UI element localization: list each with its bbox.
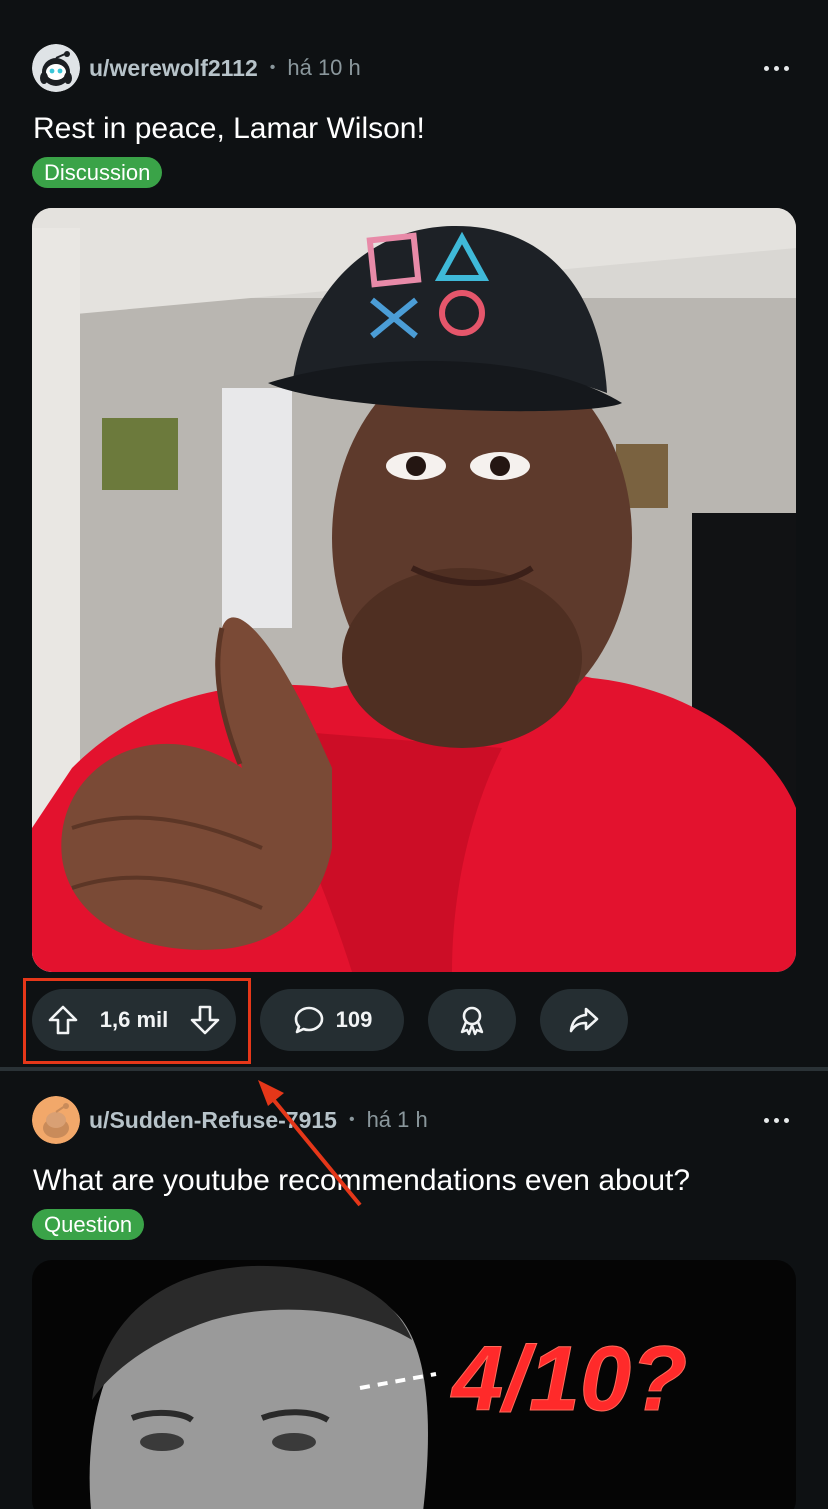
award-button[interactable]: [428, 989, 516, 1051]
more-options-icon[interactable]: [756, 1100, 796, 1140]
comment-count: 109: [335, 1007, 373, 1032]
post-flair[interactable]: Discussion: [32, 157, 163, 188]
post-image[interactable]: 4/10?: [32, 1260, 796, 1509]
post-image[interactable]: [32, 208, 796, 972]
feed-post[interactable]: u/Sudden-Refuse-7915 • há 1 h What are y…: [0, 1072, 828, 1509]
user-avatar[interactable]: [32, 1096, 80, 1144]
award-icon: [455, 1003, 489, 1037]
post-time: há 10 h: [287, 55, 361, 80]
post-flair[interactable]: Question: [32, 1209, 145, 1240]
share-icon: [567, 1003, 601, 1037]
comment-bubble-icon: [292, 1003, 326, 1037]
annotation-highlight-box: [23, 978, 251, 1064]
separator-dot: •: [348, 1111, 355, 1128]
feed-post[interactable]: u/werewolf2112 • há 10 h Rest in peace, …: [0, 0, 828, 1068]
post-username[interactable]: u/Sudden-Refuse-7915: [89, 1107, 337, 1134]
post-divider: [0, 1067, 828, 1071]
thumbnail-text: 4/10?: [450, 1328, 687, 1430]
post-header: u/Sudden-Refuse-7915 • há 1 h: [32, 1096, 796, 1144]
post-header: u/werewolf2112 • há 10 h: [32, 44, 796, 92]
post-title[interactable]: Rest in peace, Lamar Wilson!: [33, 112, 425, 146]
more-options-icon[interactable]: [756, 48, 796, 88]
post-time: há 1 h: [366, 1107, 428, 1132]
separator-dot: •: [269, 59, 276, 76]
comments-button[interactable]: 109: [260, 989, 404, 1051]
user-avatar[interactable]: [32, 44, 80, 92]
post-username[interactable]: u/werewolf2112: [89, 55, 258, 82]
share-button[interactable]: [540, 989, 628, 1051]
post-title[interactable]: What are youtube recommendations even ab…: [33, 1164, 690, 1198]
